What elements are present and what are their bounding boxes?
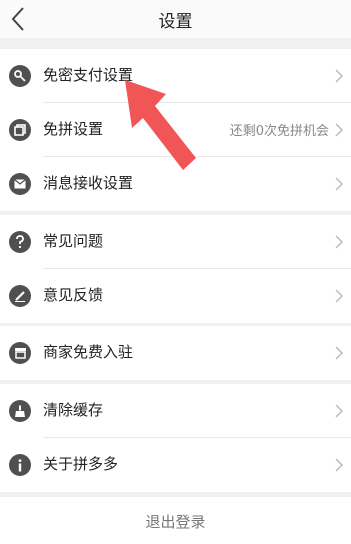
chevron-right-icon bbox=[335, 69, 344, 83]
chevron-right-icon bbox=[335, 235, 344, 249]
store-icon bbox=[9, 342, 31, 364]
page-title: 设置 bbox=[158, 12, 193, 32]
chevron-right-icon bbox=[335, 289, 344, 303]
settings-group-app: 清除缓存 关于拼多多 bbox=[0, 384, 351, 492]
mail-icon bbox=[9, 173, 31, 195]
row-label: 商家免费入驻 bbox=[43, 343, 134, 361]
row-feedback[interactable]: 意见反馈 bbox=[0, 269, 351, 323]
row-label: 免拼设置 bbox=[43, 120, 104, 138]
chevron-right-icon bbox=[335, 346, 344, 360]
info-icon bbox=[9, 454, 31, 476]
remaining-count-text: 还剩0次免拼机会 bbox=[229, 124, 329, 139]
row-label: 消息接收设置 bbox=[43, 174, 134, 192]
settings-group-merchant: 商家免费入驻 bbox=[0, 326, 351, 380]
row-label: 免密支付设置 bbox=[43, 66, 134, 84]
question-icon bbox=[9, 231, 31, 253]
pencil-icon bbox=[9, 285, 31, 307]
chevron-right-icon bbox=[335, 404, 344, 418]
logout-button[interactable]: 退出登录 bbox=[0, 497, 351, 544]
copy-icon bbox=[9, 119, 31, 141]
chevron-right-icon bbox=[335, 123, 344, 137]
row-label: 常见问题 bbox=[43, 232, 104, 250]
chevron-right-icon bbox=[335, 458, 344, 472]
key-icon bbox=[9, 65, 31, 87]
row-label: 意见反馈 bbox=[43, 286, 104, 304]
row-label: 关于拼多多 bbox=[43, 455, 119, 473]
broom-icon bbox=[9, 400, 31, 422]
row-about[interactable]: 关于拼多多 bbox=[0, 438, 351, 492]
nav-bar: 设置 bbox=[0, 0, 351, 38]
settings-group-help: 常见问题 意见反馈 bbox=[0, 215, 351, 323]
annotation-arrow-icon bbox=[125, 80, 196, 170]
row-clear-cache[interactable]: 清除缓存 bbox=[0, 384, 351, 438]
row-faq[interactable]: 常见问题 bbox=[0, 215, 351, 269]
chevron-right-icon bbox=[335, 177, 344, 191]
row-merchant-join[interactable]: 商家免费入驻 bbox=[0, 326, 351, 380]
row-label: 清除缓存 bbox=[43, 401, 104, 419]
